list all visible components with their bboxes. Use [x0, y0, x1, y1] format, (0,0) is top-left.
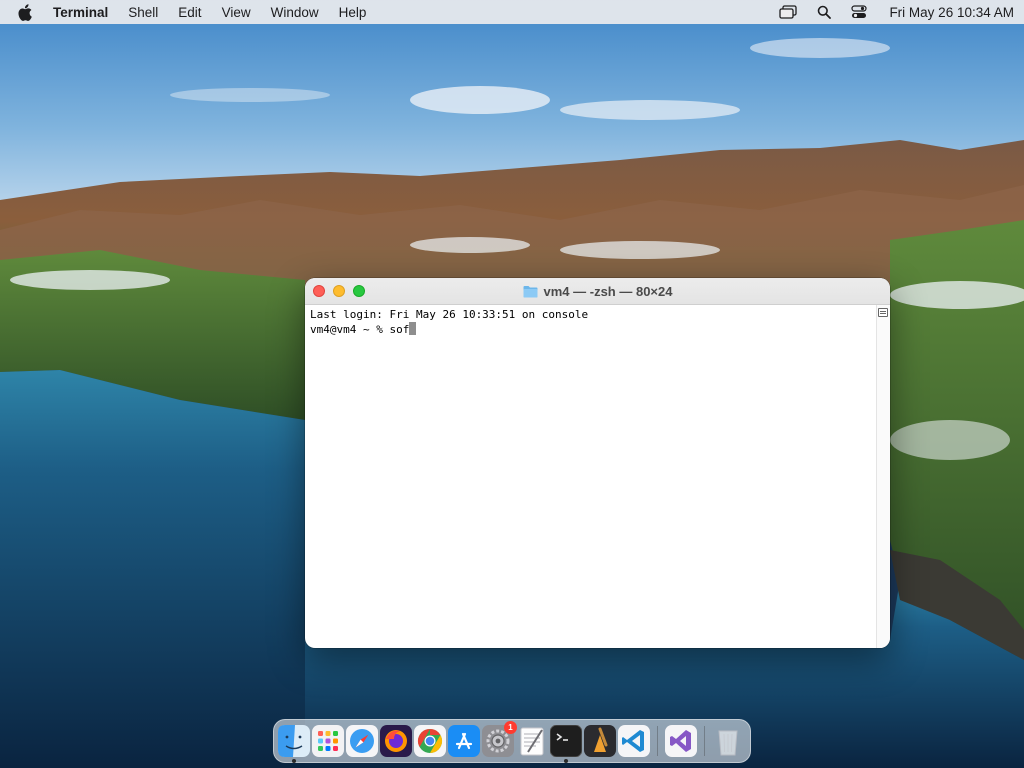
visual-studio-icon	[665, 725, 697, 757]
dock-item-trash[interactable]	[712, 725, 744, 757]
dock-item-system-preferences[interactable]: 1	[482, 721, 517, 757]
menu-shell[interactable]: Shell	[128, 5, 158, 20]
dock-item-textedit[interactable]	[516, 725, 548, 757]
menu-window[interactable]: Window	[271, 5, 319, 20]
menu-bar: Terminal Shell Edit View Window Help Fri…	[0, 0, 1024, 24]
window-title-text: vm4 — -zsh — 80×24	[543, 283, 673, 299]
menu-help[interactable]: Help	[339, 5, 367, 20]
minimize-button[interactable]	[333, 285, 345, 297]
text-cursor	[409, 322, 417, 335]
running-indicator	[292, 759, 296, 763]
dock-separator	[657, 726, 658, 756]
terminal-output[interactable]: Last login: Fri May 26 10:33:51 on conso…	[305, 305, 876, 648]
dock-item-app-store[interactable]	[448, 725, 480, 757]
terminal-icon	[550, 725, 582, 757]
menu-view[interactable]: View	[222, 5, 251, 20]
menu-app-name[interactable]: Terminal	[53, 5, 108, 20]
dock-item-instruments[interactable]	[584, 725, 616, 757]
terminal-window[interactable]: vm4 — -zsh — 80×24 Last login: Fri May 2…	[305, 278, 890, 648]
scrollbar-gutter[interactable]	[876, 305, 890, 648]
dock-item-finder[interactable]	[278, 725, 310, 763]
spotlight-search-icon[interactable]	[817, 5, 832, 19]
dock-item-terminal[interactable]	[550, 725, 582, 763]
terminal-prompt-text: vm4@vm4 ~ % sof	[310, 323, 410, 336]
dock: 1	[273, 719, 751, 763]
instruments-icon	[584, 725, 616, 757]
close-button[interactable]	[313, 285, 325, 297]
finder-icon	[278, 725, 310, 757]
folder-icon	[523, 285, 538, 298]
dock-item-chrome[interactable]	[414, 725, 446, 757]
app-store-icon	[448, 725, 480, 757]
apple-menu-icon[interactable]	[18, 3, 34, 21]
vscode-icon	[618, 725, 650, 757]
launchpad-icon	[312, 725, 344, 757]
trash-icon	[718, 730, 738, 756]
textedit-icon	[520, 727, 544, 756]
dock-item-visual-studio[interactable]	[665, 725, 697, 757]
dock-item-safari[interactable]	[346, 725, 378, 757]
window-title: vm4 — -zsh — 80×24	[523, 283, 673, 299]
screen-mirroring-icon[interactable]	[779, 5, 798, 19]
zoom-button[interactable]	[353, 285, 365, 297]
terminal-prompt-line[interactable]: vm4@vm4 ~ % sof	[310, 322, 871, 337]
dock-item-vscode[interactable]	[618, 725, 650, 757]
menu-edit[interactable]: Edit	[178, 5, 201, 20]
dock-item-launchpad[interactable]	[312, 725, 344, 757]
control-center-icon[interactable]	[851, 5, 868, 19]
dock-item-firefox[interactable]	[380, 725, 412, 757]
window-title-bar[interactable]: vm4 — -zsh — 80×24	[305, 278, 890, 305]
chrome-icon	[414, 725, 446, 757]
dock-separator	[704, 726, 705, 756]
window-controls	[313, 285, 365, 297]
safari-icon	[346, 725, 378, 757]
running-indicator	[564, 759, 568, 763]
firefox-icon	[380, 725, 412, 757]
split-pane-icon[interactable]	[878, 308, 888, 317]
terminal-line-last-login: Last login: Fri May 26 10:33:51 on conso…	[310, 308, 589, 321]
menu-bar-clock[interactable]: Fri May 26 10:34 AM	[889, 5, 1014, 20]
